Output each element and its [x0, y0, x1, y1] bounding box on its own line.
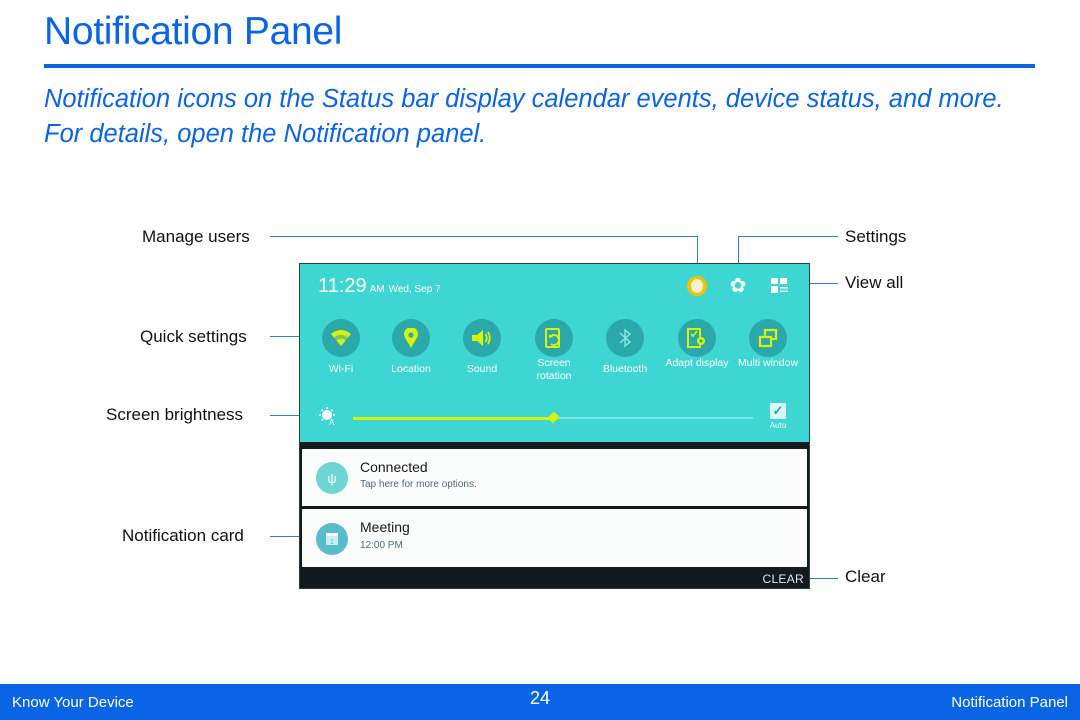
quick-setting-label: Sound	[466, 363, 498, 375]
callout-view-all: View all	[845, 273, 904, 292]
brightness-slider-thumb[interactable]	[547, 411, 560, 424]
adapt-display-icon	[678, 319, 716, 357]
screen-rotation-icon	[535, 319, 573, 357]
leader-clear	[808, 578, 838, 579]
svg-text:1: 1	[330, 539, 334, 546]
usb-icon: ψ	[316, 462, 348, 494]
notification-subtitle: 12:00 PM	[360, 540, 403, 551]
callout-screen-brightness: Screen brightness	[106, 405, 244, 424]
notification-title: Connected	[360, 459, 428, 475]
clear-button[interactable]: CLEAR	[762, 572, 804, 586]
callout-settings: Settings	[845, 227, 907, 246]
bluetooth-icon	[606, 319, 644, 357]
auto-brightness-toggle[interactable]: ✓ Auto	[763, 403, 793, 430]
page-footer: Know Your Device 24 Notification Panel	[0, 684, 1080, 720]
clock-time: 11:29	[318, 275, 367, 297]
quick-setting-label: Multi window	[737, 357, 799, 369]
clock-date: Wed, Sep 7	[388, 284, 441, 295]
page-title: Notification Panel	[44, 10, 343, 53]
quick-setting-adapt-display[interactable]: Adapt display	[662, 319, 732, 370]
svg-text:A: A	[329, 418, 335, 426]
clock-ampm: AM	[369, 284, 385, 295]
notification-card[interactable]: 1 Meeting 12:00 PM	[302, 509, 807, 567]
quick-setting-location[interactable]: Location	[376, 319, 446, 376]
auto-checkbox-icon: ✓	[770, 403, 786, 419]
quick-setting-label: Adapt display	[665, 357, 729, 369]
view-all-grid-icon[interactable]	[770, 276, 790, 296]
brightness-auto-icon: A	[318, 406, 338, 427]
settings-gear-icon[interactable]: ✿	[728, 276, 748, 296]
leader-settings	[738, 236, 838, 237]
notification-subtitle: Tap here for more options.	[360, 479, 477, 490]
quick-setting-label: Bluetooth	[602, 363, 648, 375]
quick-setting-bluetooth[interactable]: Bluetooth	[590, 319, 660, 376]
notification-card[interactable]: ψ Connected Tap here for more options.	[302, 449, 807, 506]
avatar-face	[691, 279, 703, 293]
footer-topic: Notification Panel	[951, 694, 1068, 711]
calendar-icon: 1	[316, 523, 348, 555]
page-number: 24	[529, 688, 551, 708]
quick-setting-screen-rotation[interactable]: Screen rotation	[519, 319, 589, 383]
wifi-icon	[322, 319, 360, 357]
notification-title: Meeting	[360, 519, 410, 535]
intro-text: Notification icons on the Status bar dis…	[44, 85, 1004, 148]
multi-window-icon	[749, 319, 787, 357]
callout-clear: Clear	[845, 567, 886, 586]
quick-setting-sound[interactable]: Sound	[447, 319, 517, 376]
quick-setting-label: Location	[391, 363, 431, 375]
leader-manage-users	[270, 236, 698, 237]
brightness-row: A ✓ Auto	[300, 399, 809, 439]
speaker-icon	[463, 319, 501, 357]
quick-settings-panel: 11:29 AM Wed, Sep 7 ✿ Wi-Fi Location Sound	[300, 264, 809, 442]
callout-manage-users: Manage users	[142, 227, 250, 246]
location-pin-icon	[392, 319, 430, 357]
brightness-slider[interactable]	[353, 411, 753, 424]
quick-setting-label: Screen rotation	[536, 357, 572, 382]
quick-setting-multi-window[interactable]: Multi window	[733, 319, 803, 370]
callout-quick-settings: Quick settings	[140, 327, 247, 346]
quick-setting-label: Wi-Fi	[328, 363, 354, 375]
auto-label: Auto	[769, 421, 787, 430]
brightness-slider-fill	[353, 417, 553, 420]
title-divider	[44, 64, 1035, 68]
user-avatar-icon[interactable]	[687, 276, 707, 296]
clock: 11:29 AM Wed, Sep 7	[318, 275, 441, 298]
quick-setting-wifi[interactable]: Wi-Fi	[306, 319, 376, 376]
notification-panel: 11:29 AM Wed, Sep 7 ✿ Wi-Fi Location Sound	[299, 263, 810, 589]
callout-notification-card: Notification card	[122, 526, 244, 545]
